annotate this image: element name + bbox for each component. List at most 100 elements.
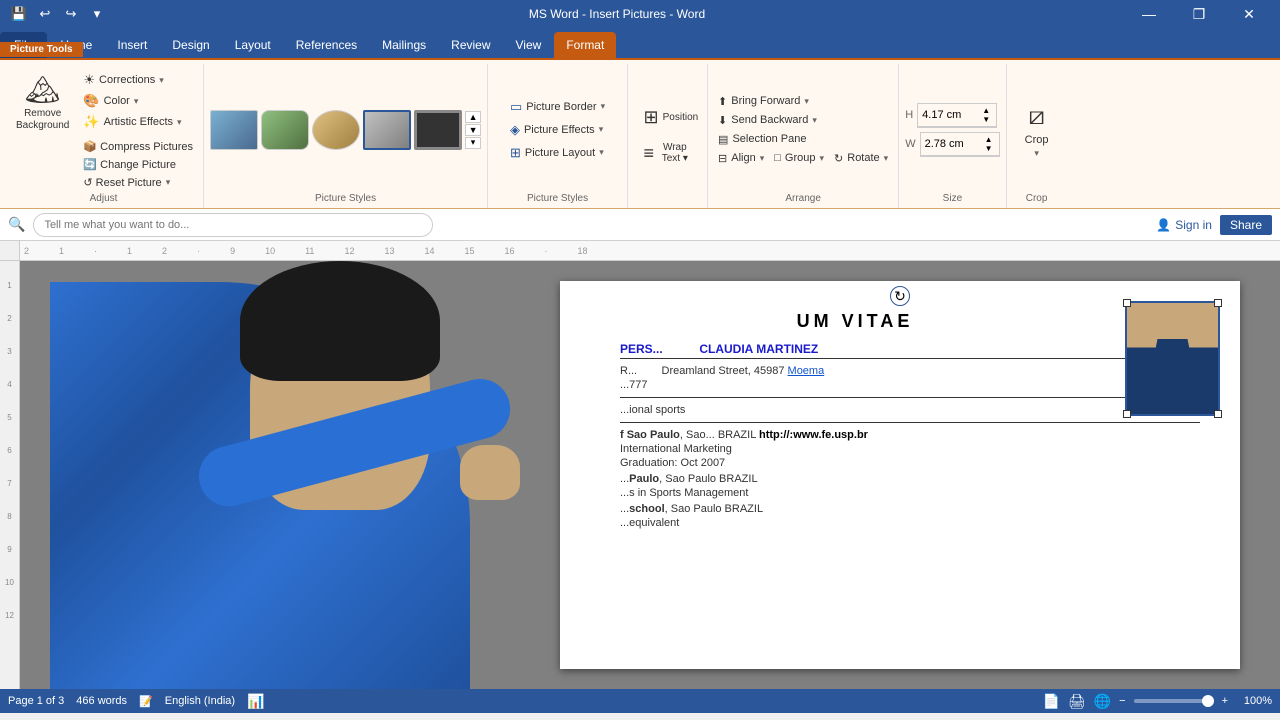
zoom-thumb[interactable] [1202,695,1214,707]
align-button[interactable]: ⊟ Align ▾ [714,150,768,167]
vertical-ruler: 1234567891012 [0,261,20,689]
share-button[interactable]: Share [1220,215,1272,235]
tab-review[interactable]: Review [439,32,502,58]
quick-access-toolbar: 💾 ↩ ↪ ▾ [8,3,108,25]
group-button[interactable]: □ Group ▾ [770,150,828,167]
resize-handle-tl[interactable] [1123,299,1131,307]
main-area: 1234567891012 ↻ UM [0,261,1280,689]
style-thumb-1[interactable] [210,110,258,150]
width-up[interactable]: ▲ [983,135,995,144]
change-picture-button[interactable]: 🔄 Change Picture [79,156,197,173]
photo-container[interactable] [1125,301,1220,416]
ruler: 2 1 · 1 2 · 9 10 11 12 13 14 15 16 · 18 [0,241,1280,261]
position-button[interactable]: ⊞Position [638,101,698,133]
send-backward-button[interactable]: ⬇ Send Backward ▾ [714,112,821,129]
resize-handle-br[interactable] [1214,410,1222,418]
picture-effects-button[interactable]: ◈ Picture Effects ▾ [506,120,607,140]
redo-btn[interactable]: ↪ [60,3,82,25]
maximize-btn[interactable]: ❐ [1176,0,1222,28]
tab-mailings[interactable]: Mailings [370,32,438,58]
edu2-line: ...Paulo, Sao Paulo BRAZIL [620,473,1200,485]
edu3-detail: ...equivalent [620,517,1200,529]
gallery-arrows: ▲ ▼ ▾ [465,111,481,149]
web-layout-icon[interactable]: 🌐 [1094,693,1111,710]
color-button[interactable]: 🎨 Color ▾ [79,91,197,111]
height-spinner: H 4.17 cm ▲ ▼ [905,103,997,128]
arrange-group: ⬆ Bring Forward ▾ ⬇ Send Backward ▾ ▤ Se… [708,64,899,208]
search-input[interactable] [33,213,433,237]
address-line: R... Dreamland Street, 45987 Moema [620,365,1200,377]
search-bar: 🔍 👤 Sign in Share [0,209,1280,241]
bring-forward-button[interactable]: ⬆ Bring Forward ▾ [714,93,813,110]
crop-button[interactable]: ⧄ Crop ▾ [1017,96,1057,164]
gallery-up[interactable]: ▲ [465,111,481,123]
resize-handle-tr[interactable] [1214,299,1222,307]
divider-1 [620,397,1200,398]
picture-layout-button[interactable]: ⊞ Picture Layout ▾ [506,143,608,163]
save-btn[interactable]: 💾 [8,3,30,25]
rotate-handle[interactable]: ↻ [890,286,910,306]
picture-border-label: Picture Styles [527,191,588,204]
divider-2 [620,422,1200,423]
arrange-label: Arrange [785,191,821,204]
style-thumb-2[interactable] [261,110,309,150]
tab-references[interactable]: References [284,32,369,58]
width-value: 2.78 cm [925,138,964,150]
style-thumb-5[interactable] [414,110,462,150]
width-input[interactable]: 2.78 cm ▲ ▼ [920,132,1000,157]
document-title: UM VITAE [620,311,1200,332]
corrections-button[interactable]: ☀ Corrections ▾ [79,70,197,90]
wrap-text-button[interactable]: ≡Wrap Text ▾ [638,137,698,169]
ribbon-tab-bar: File Home Insert Design Layout Reference… [0,28,1280,58]
gallery-more[interactable]: ▾ [465,137,481,149]
status-left: Page 1 of 3 466 words 📝 English (India) … [8,693,265,710]
picture-styles-group: ▲ ▼ ▾ Picture Styles [204,64,488,208]
tab-format[interactable]: Format [554,32,616,58]
remove-background-button[interactable]: 🏔 RemoveBackground [10,68,75,136]
minimize-btn[interactable]: — [1126,0,1172,28]
zoom-slider[interactable] [1134,699,1214,703]
sign-in-button[interactable]: 👤 Sign in [1156,218,1212,232]
undo-btn[interactable]: ↩ [34,3,56,25]
edu1-course: International Marketing [620,443,1200,455]
artistic-effects-button[interactable]: ✨ Artistic Effects ▾ [79,112,197,132]
tab-insert[interactable]: Insert [105,32,159,58]
height-down[interactable]: ▼ [980,115,992,124]
zoom-in-btn[interactable]: + [1222,695,1228,707]
height-input[interactable]: 4.17 cm ▲ ▼ [917,103,997,128]
customize-btn[interactable]: ▾ [86,3,108,25]
proofing-icon[interactable]: 📝 [139,695,153,708]
picture-border-button[interactable]: ▭ Picture Border ▾ [506,97,609,117]
compress-pictures-button[interactable]: 📦 Compress Pictures [79,138,197,155]
track-changes-icon[interactable]: 📊 [247,693,264,710]
section-personal-header: PERS... CLAUDIA MARTINEZ [620,342,1200,359]
tab-layout[interactable]: Layout [223,32,283,58]
position-wrap-group: ⊞Position ≡Wrap Text ▾ [628,64,708,208]
reset-picture-button[interactable]: ↺ Reset Picture ▾ [79,174,197,191]
selection-pane-button[interactable]: ▤ Selection Pane [714,131,810,148]
photo-image [1127,303,1218,414]
width-down[interactable]: ▼ [983,144,995,153]
interests-line: ...ional sports [620,404,1200,416]
status-right: 📄 🖨 🌐 − + 100% [1042,693,1272,710]
window-title: MS Word - Insert Pictures - Word [108,7,1126,21]
gallery-down[interactable]: ▼ [465,124,481,136]
zoom-out-btn[interactable]: − [1119,695,1125,707]
tab-design[interactable]: Design [160,32,221,58]
resize-handle-bl[interactable] [1123,410,1131,418]
edu1-grad: Graduation: Oct 2007 [620,457,1200,469]
style-thumb-4[interactable] [363,110,411,150]
language[interactable]: English (India) [165,695,235,707]
tab-view[interactable]: View [504,32,554,58]
rotate-button[interactable]: ↻ Rotate ▾ [830,150,892,167]
read-mode-icon[interactable]: 📄 [1042,693,1059,710]
print-layout-icon[interactable]: 🖨 [1068,693,1086,710]
picture-styles-gallery [210,110,462,150]
crop-group: ⧄ Crop ▾ Crop [1007,64,1067,208]
style-thumb-3[interactable] [312,110,360,150]
page-info: Page 1 of 3 [8,695,64,707]
search-icon: 🔍 [8,216,25,233]
height-up[interactable]: ▲ [980,106,992,115]
zoom-level[interactable]: 100% [1236,695,1272,707]
close-btn[interactable]: ✕ [1226,0,1272,28]
